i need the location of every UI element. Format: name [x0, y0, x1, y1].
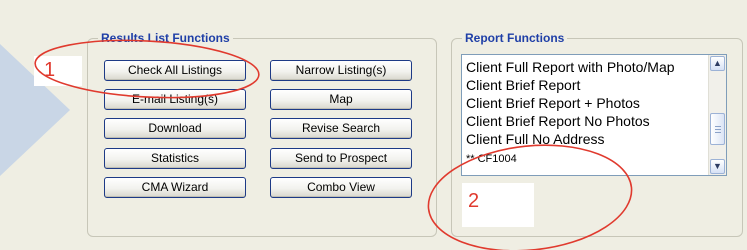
- annotation-oval-1: [34, 39, 260, 99]
- annotation-oval-2: [427, 144, 633, 250]
- annotation-ovals: [34, 39, 633, 250]
